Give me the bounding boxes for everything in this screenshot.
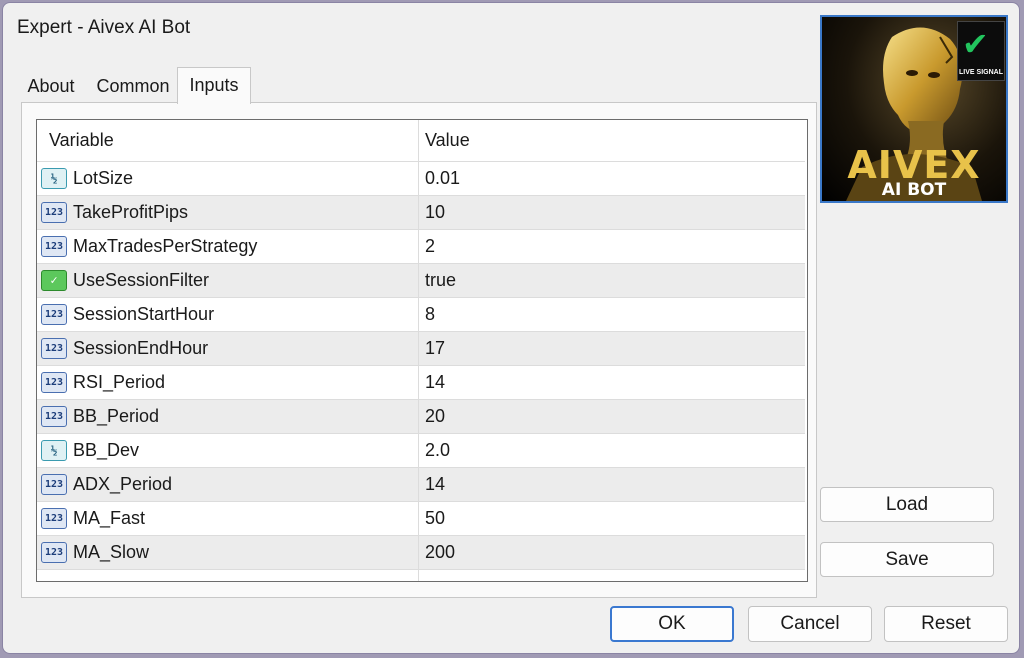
- variable-name: BB_Dev: [73, 440, 140, 460]
- product-logo: ✔ LIVE SIGNAL AIVEX AI BOT: [820, 15, 1008, 203]
- variable-value[interactable]: 14: [425, 468, 795, 501]
- table-row[interactable]: ✓ UseSessionFilter true: [37, 264, 805, 298]
- table-row[interactable]: 123 MA_Slow 200: [37, 536, 805, 570]
- variable-value[interactable]: 20: [425, 400, 795, 433]
- integer-type-icon: 123: [41, 474, 67, 495]
- integer-type-icon: 123: [41, 338, 67, 359]
- variable-name: MA_Slow: [73, 542, 150, 562]
- tab-inputs[interactable]: Inputs: [177, 67, 251, 104]
- column-divider[interactable]: [418, 120, 419, 581]
- ok-button[interactable]: OK: [610, 606, 734, 642]
- integer-type-icon: 123: [41, 304, 67, 325]
- table-row[interactable]: 123 TakeProfitPips 10: [37, 196, 805, 230]
- reset-button[interactable]: Reset: [884, 606, 1008, 642]
- column-header-variable[interactable]: Variable: [49, 120, 389, 160]
- variable-name: SessionStartHour: [73, 304, 215, 324]
- integer-type-icon: 123: [41, 372, 67, 393]
- variable-value[interactable]: 2.0: [425, 434, 795, 467]
- variable-name: BB_Period: [73, 406, 160, 426]
- grid-header: Variable Value: [37, 120, 805, 162]
- column-header-value[interactable]: Value: [425, 120, 795, 160]
- variable-value[interactable]: true: [425, 264, 795, 297]
- variable-value[interactable]: 17: [425, 332, 795, 365]
- double-type-icon: ½: [41, 440, 67, 461]
- expert-dialog: Expert - Aivex AI Bot About Common Input…: [2, 2, 1020, 654]
- badge-label: LIVE SIGNAL: [959, 69, 1003, 76]
- variable-name: UseSessionFilter: [73, 270, 210, 290]
- table-row[interactable]: ½ BB_Dev 2.0: [37, 434, 805, 468]
- boolean-type-icon: ✓: [41, 270, 67, 291]
- table-row[interactable]: 123 SessionEndHour 17: [37, 332, 805, 366]
- table-row[interactable]: 123 BB_Period 20: [37, 400, 805, 434]
- inputs-grid: Variable Value ½ LotSize 0.01 123 TakeProfit…: [36, 119, 808, 582]
- variable-value[interactable]: 10: [425, 196, 795, 229]
- table-row[interactable]: 123 ADX_Period 14: [37, 468, 805, 502]
- integer-type-icon: 123: [41, 406, 67, 427]
- brand-subtitle: AI BOT: [881, 180, 947, 200]
- save-button[interactable]: Save: [820, 542, 994, 577]
- integer-type-icon: 123: [41, 542, 67, 563]
- window-title: Expert - Aivex AI Bot: [17, 17, 191, 38]
- variable-name: MA_Fast: [73, 508, 146, 528]
- table-row[interactable]: 123 MA_Fast 50: [37, 502, 805, 536]
- integer-type-icon: 123: [41, 508, 67, 529]
- checkmark-icon: ✔: [962, 25, 989, 63]
- variable-name: RSI_Period: [73, 372, 166, 392]
- double-type-icon: ½: [41, 168, 67, 189]
- variable-value[interactable]: 0.01: [425, 162, 795, 195]
- variable-value[interactable]: 8: [425, 298, 795, 331]
- cancel-button[interactable]: Cancel: [748, 606, 872, 642]
- integer-type-icon: 123: [41, 236, 67, 257]
- table-row[interactable]: 123 RSI_Period 14: [37, 366, 805, 400]
- variable-value[interactable]: 200: [425, 536, 795, 569]
- table-row[interactable]: 123 SessionStartHour 8: [37, 298, 805, 332]
- table-row[interactable]: 123 MaxTradesPerStrategy 2: [37, 230, 805, 264]
- variable-name: TakeProfitPips: [73, 202, 189, 222]
- variable-value[interactable]: 2: [425, 230, 795, 263]
- variable-value[interactable]: 50: [425, 502, 795, 535]
- integer-type-icon: 123: [41, 202, 67, 223]
- tab-about[interactable]: About: [19, 69, 83, 103]
- variable-name: SessionEndHour: [73, 338, 209, 358]
- variable-value[interactable]: 14: [425, 366, 795, 399]
- variable-name: ADX_Period: [73, 474, 173, 494]
- load-button[interactable]: Load: [820, 487, 994, 522]
- variable-name: MaxTradesPerStrategy: [73, 236, 258, 256]
- table-row[interactable]: ½ LotSize 0.01: [37, 162, 805, 196]
- inputs-panel: Variable Value ½ LotSize 0.01 123 TakeProfit…: [21, 102, 817, 598]
- live-signal-badge: ✔ LIVE SIGNAL: [957, 21, 1005, 81]
- variable-name: LotSize: [73, 168, 134, 188]
- tab-common[interactable]: Common: [89, 69, 177, 103]
